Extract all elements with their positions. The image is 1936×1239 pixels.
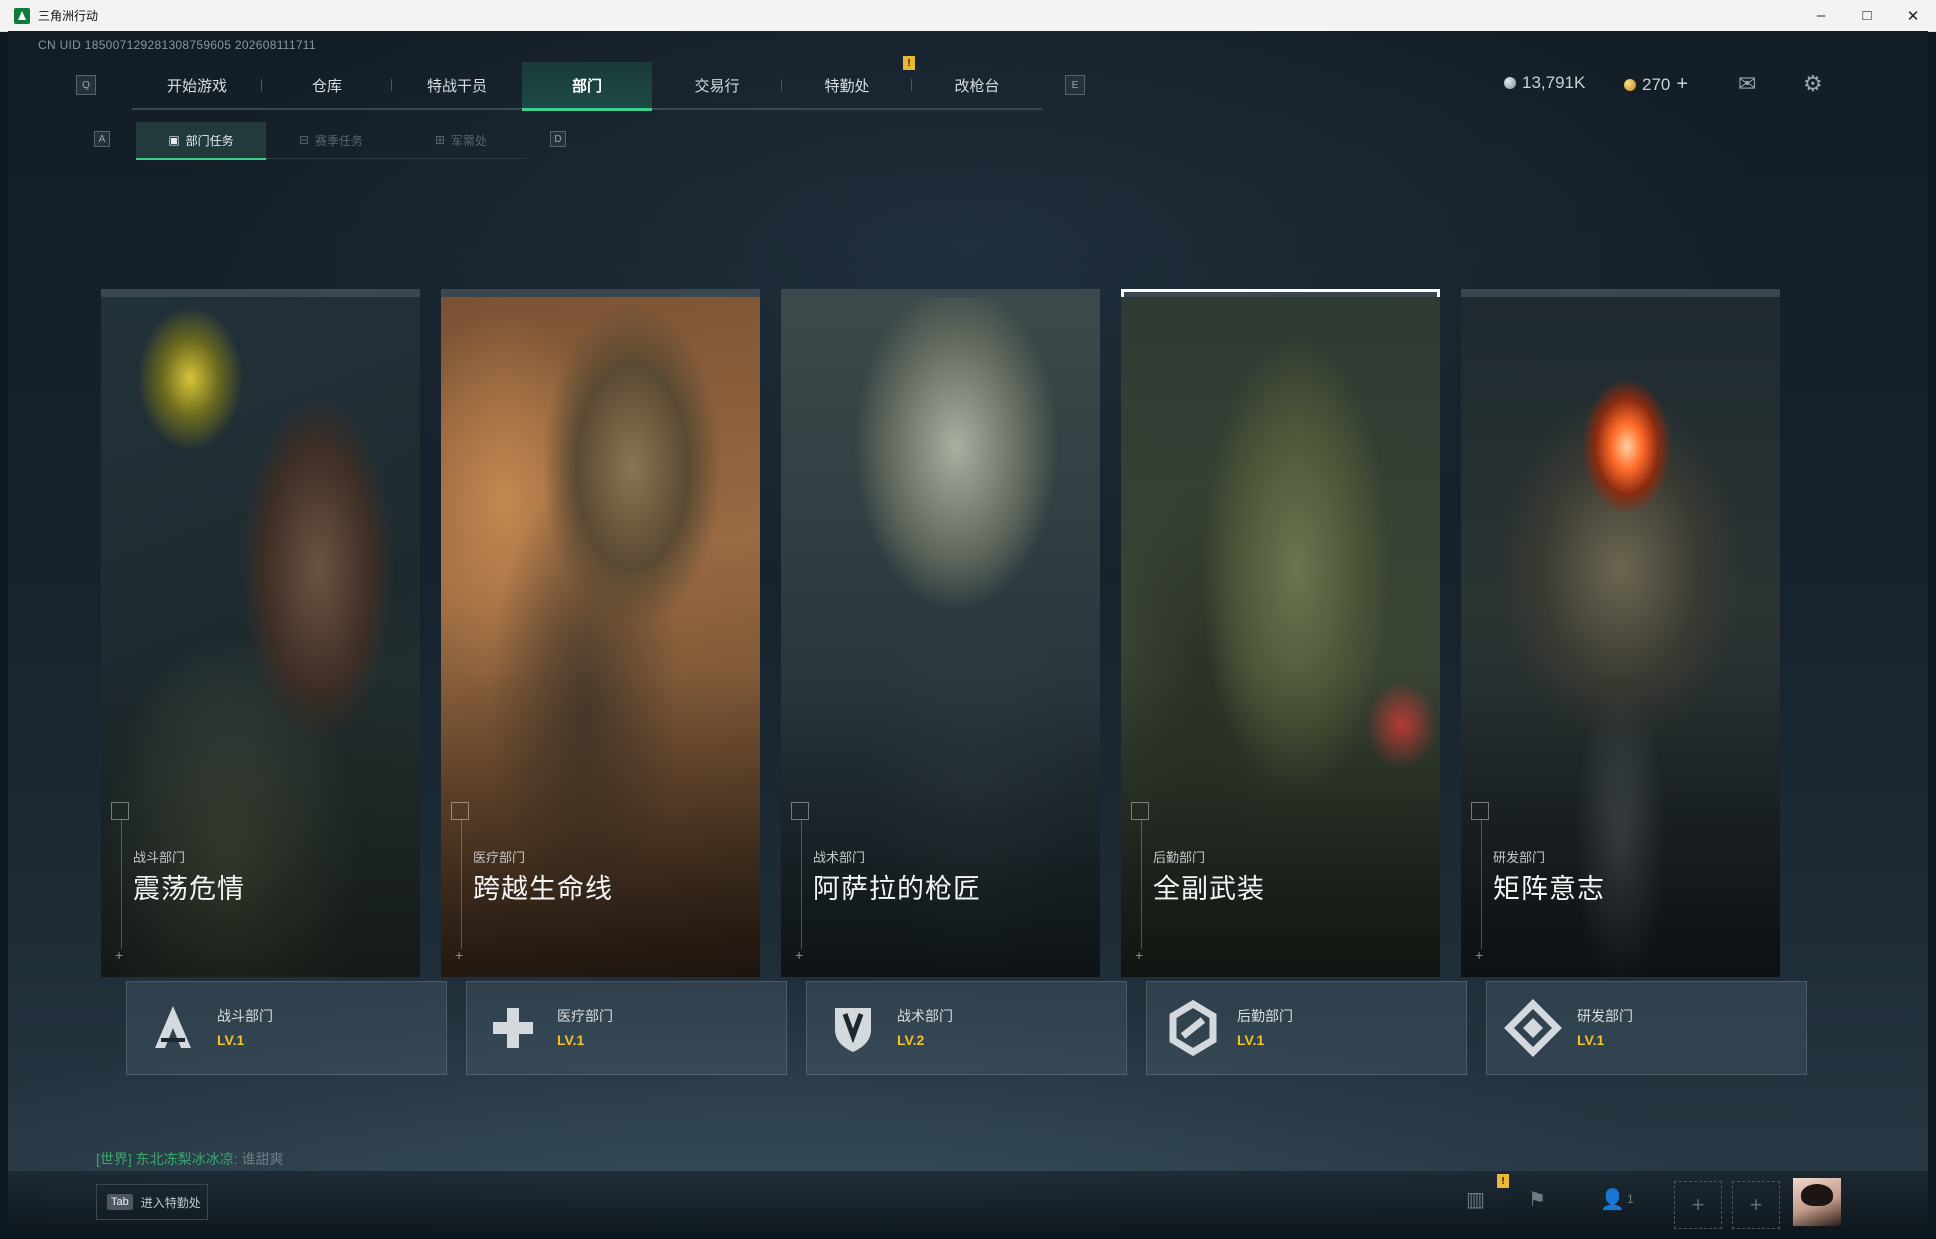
silver-currency: 13,791K xyxy=(1504,73,1585,93)
window-title: 三角洲行动 xyxy=(38,9,99,23)
tab-label: 特战干员 xyxy=(426,77,487,95)
subtab-supply[interactable]: ⊞ 军需处 xyxy=(396,122,526,158)
department-card-research[interactable]: + 研发部门 矩阵意志 xyxy=(1461,289,1780,977)
app-logo-icon xyxy=(14,7,30,24)
next-tab-key-hint[interactable]: E xyxy=(1065,75,1085,95)
tab-operators[interactable]: 特战干员 xyxy=(392,62,522,108)
medical-department-icon xyxy=(493,1008,533,1048)
department-level: LV.2 xyxy=(897,1032,925,1048)
research-department-icon xyxy=(1504,999,1562,1057)
card-category: 战术部门 xyxy=(813,850,866,865)
card-title: 震荡危情 xyxy=(133,874,245,904)
department-card-combat[interactable]: + 战斗部门 震荡危情 xyxy=(101,289,420,977)
sub-nav: ▣ 部门任务 ⊟ 赛季任务 ⊞ 军需处 xyxy=(136,122,526,160)
department-panel-medical[interactable]: 医疗部门 LV.1 xyxy=(466,981,787,1075)
add-gold-button[interactable]: + xyxy=(1676,73,1688,96)
department-name: 后勤部门 xyxy=(1237,1008,1293,1024)
tab-label: 改枪台 xyxy=(954,77,1000,95)
department-panel-research[interactable]: 研发部门 LV.1 xyxy=(1486,981,1807,1075)
department-panel-tactical[interactable]: 战术部门 LV.2 xyxy=(806,981,1127,1075)
window-titlebar: 三角洲行动 – □ ✕ xyxy=(0,0,1936,32)
department-panel-logistics[interactable]: 后勤部门 LV.1 xyxy=(1146,981,1467,1075)
subtab-department-tasks[interactable]: ▣ 部门任务 xyxy=(136,122,266,160)
card-title: 矩阵意志 xyxy=(1493,874,1605,904)
card-title: 全副武装 xyxy=(1153,874,1265,904)
silver-coin-icon xyxy=(1504,77,1516,89)
team-slot-add-button[interactable]: + xyxy=(1674,1181,1722,1229)
maximize-button[interactable]: □ xyxy=(1844,0,1890,31)
stats-chart-icon[interactable]: ▥ xyxy=(1466,1187,1485,1212)
team-slot-add-button[interactable]: + xyxy=(1732,1181,1780,1229)
gold-coin-icon xyxy=(1624,78,1636,91)
flag-icon[interactable]: ⚑ xyxy=(1528,1187,1546,1212)
minimize-button[interactable]: – xyxy=(1798,0,1844,31)
world-chat-line[interactable]: [世界] 东北冻梨冰冰凉: 谁甜爽 xyxy=(96,1149,283,1169)
special-ops-alert-badge: ! xyxy=(903,56,915,70)
subtab-label: 赛季任务 xyxy=(315,133,364,148)
friends-icon[interactable]: 👤 xyxy=(1600,1187,1625,1212)
department-name: 研发部门 xyxy=(1577,1008,1633,1024)
chat-sender: [世界] 东北冻梨冰冰凉: xyxy=(96,1151,238,1167)
subtab-season-tasks[interactable]: ⊟ 赛季任务 xyxy=(266,122,396,158)
department-level: LV.1 xyxy=(1237,1032,1265,1048)
card-title: 阿萨拉的枪匠 xyxy=(813,874,981,904)
supply-icon: ⊞ xyxy=(434,133,446,147)
tab-label: 交易行 xyxy=(694,77,740,95)
tab-warehouse[interactable]: 仓库 xyxy=(262,62,392,108)
department-card-logistics[interactable]: + 后勤部门 全副武装 xyxy=(1121,289,1440,977)
player-avatar[interactable] xyxy=(1793,1178,1841,1226)
prev-subtab-key-hint[interactable]: A xyxy=(94,131,110,147)
next-subtab-key-hint[interactable]: D xyxy=(550,131,566,147)
friend-count: 1 xyxy=(1627,1192,1634,1206)
silver-amount: 13,791K xyxy=(1522,73,1586,92)
gold-amount: 270 xyxy=(1642,74,1671,94)
department-level: LV.1 xyxy=(557,1032,585,1048)
settings-gear-icon[interactable]: ⚙ xyxy=(1803,71,1823,97)
player-uid: CN UID 185007129281308759605 20260811171… xyxy=(38,38,316,52)
card-title: 跨越生命线 xyxy=(473,874,613,904)
subtab-label: 部门任务 xyxy=(185,133,234,148)
combat-department-icon xyxy=(155,1006,191,1048)
card-category: 研发部门 xyxy=(1493,850,1546,865)
enter-special-ops-button[interactable]: Tab 进入特勤处 xyxy=(96,1184,208,1220)
department-level: LV.1 xyxy=(217,1032,245,1048)
game-viewport: CN UID 185007129281308759605 20260811171… xyxy=(8,31,1928,1231)
tab-gunsmith[interactable]: 改枪台 xyxy=(912,62,1042,108)
card-category: 后勤部门 xyxy=(1153,850,1206,865)
close-button[interactable]: ✕ xyxy=(1890,0,1936,31)
card-category: 战斗部门 xyxy=(133,850,186,865)
tab-label: 开始游戏 xyxy=(166,77,227,95)
tab-label: 部门 xyxy=(571,77,602,95)
bottom-bar xyxy=(8,1171,1928,1231)
department-panel-combat[interactable]: 战斗部门 LV.1 xyxy=(126,981,447,1075)
tab-trading[interactable]: 交易行 xyxy=(652,62,782,108)
task-icon: ▣ xyxy=(168,133,180,147)
gold-currency: 270 + xyxy=(1624,73,1688,96)
subtab-label: 军需处 xyxy=(451,133,488,148)
department-level: LV.1 xyxy=(1577,1032,1605,1048)
tab-department[interactable]: 部门 xyxy=(522,62,652,111)
department-card-medical[interactable]: + 医疗部门 跨越生命线 xyxy=(441,289,760,977)
logistics-department-icon xyxy=(1169,999,1217,1057)
tab-label: 特勤处 xyxy=(824,77,870,95)
tab-start-game[interactable]: 开始游戏 xyxy=(132,62,262,108)
department-card-tactical[interactable]: + 战术部门 阿萨拉的枪匠 xyxy=(781,289,1100,977)
tab-key-hint: Tab xyxy=(107,1194,133,1210)
season-icon: ⊟ xyxy=(298,133,310,147)
department-name: 医疗部门 xyxy=(557,1008,613,1024)
chat-message: 谁甜爽 xyxy=(241,1151,284,1167)
enter-special-ops-label: 进入特勤处 xyxy=(140,1195,201,1210)
tab-label: 仓库 xyxy=(311,77,342,95)
mail-icon[interactable]: ✉ xyxy=(1738,71,1756,97)
prev-tab-key-hint[interactable]: Q xyxy=(76,75,96,95)
department-name: 战术部门 xyxy=(897,1008,953,1024)
tab-special-ops[interactable]: 特勤处 xyxy=(782,62,912,108)
department-name: 战斗部门 xyxy=(217,1008,273,1024)
stats-alert-badge: ! xyxy=(1497,1174,1509,1188)
card-category: 医疗部门 xyxy=(473,850,526,865)
tactical-department-icon xyxy=(835,1008,871,1052)
